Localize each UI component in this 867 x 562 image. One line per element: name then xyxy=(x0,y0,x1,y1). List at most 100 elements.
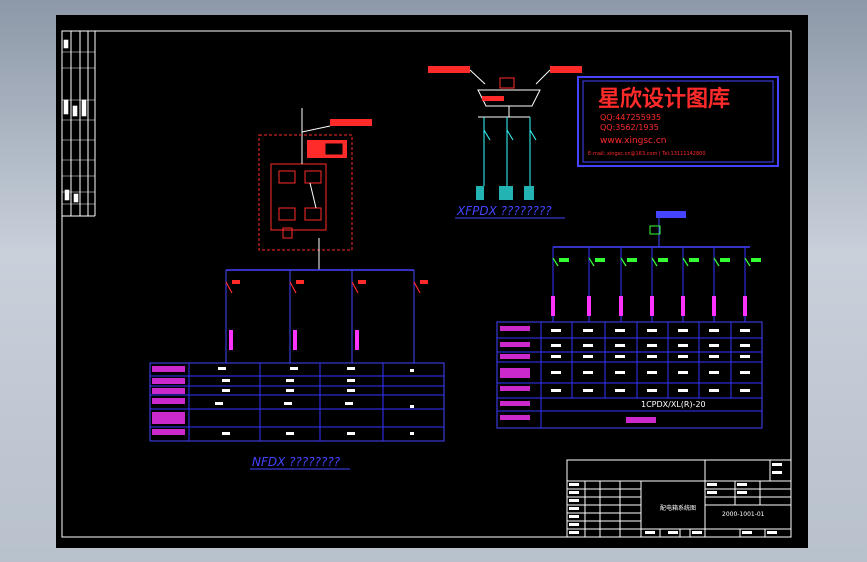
right-table-header-cell xyxy=(500,415,530,420)
left-table-cell-text xyxy=(410,405,414,408)
left-table-cell-text xyxy=(410,432,414,435)
left-table-cell-text xyxy=(410,369,414,372)
title-block-cell-text xyxy=(692,531,702,534)
right-table-cell-text xyxy=(615,344,625,347)
left-table-cell-text xyxy=(222,432,230,435)
right-table-cell-text xyxy=(709,329,719,332)
left-table-cell-text xyxy=(284,402,292,405)
right-branch-cable-label xyxy=(650,296,654,316)
left-controller-display xyxy=(324,142,344,156)
xfpdx-ats-label xyxy=(482,96,504,101)
title-block-cell-text xyxy=(569,507,579,510)
title-block-cell-text xyxy=(668,531,678,534)
right-table-cell-text xyxy=(709,371,719,374)
xfpdx-caption: XFPDX ???????? xyxy=(456,204,552,218)
xfpdx-branch-label xyxy=(476,186,484,200)
right-branch-cable-label xyxy=(712,296,716,316)
left-table-header-cell xyxy=(152,429,185,435)
right-table-cell-text xyxy=(551,389,561,392)
title-block-cell-text xyxy=(569,491,579,494)
title-block-cell-text xyxy=(569,515,579,518)
margin-text-mark xyxy=(64,189,70,201)
right-table-cell-text xyxy=(740,329,750,332)
right-table-cell-text xyxy=(678,329,688,332)
right-table-header-cell xyxy=(500,386,530,391)
margin-text-mark xyxy=(72,105,78,117)
left-table-cell-text xyxy=(218,367,226,370)
right-table-cell-text xyxy=(551,329,561,332)
right-table-cell-text xyxy=(709,389,719,392)
right-table-cell-text xyxy=(647,371,657,374)
title-block-cell-text xyxy=(742,531,752,534)
title-block-cell-text xyxy=(569,531,579,534)
cad-drawing-canvas[interactable]: 星欣设计图库 QQ:447255935 QQ:3562/1935 www.xin… xyxy=(0,0,867,562)
right-table-cell-text xyxy=(615,389,625,392)
title-block-cell-text xyxy=(772,471,782,474)
watermark-contact: E-mail: xingsc.cn@163.com | Tel:13111142… xyxy=(588,151,706,157)
left-branch-breaker-label xyxy=(420,280,428,284)
right-branch-cable-label xyxy=(619,296,623,316)
right-table-cell-text xyxy=(678,389,688,392)
right-table-cell-text xyxy=(615,329,625,332)
title-block-cell-text xyxy=(767,531,777,534)
right-table-cell-text xyxy=(678,344,688,347)
left-table-cell-text xyxy=(215,402,223,405)
watermark-url: www.xingsc.cn xyxy=(600,136,667,146)
left-branch-cable-label xyxy=(355,330,359,350)
left-table-cell-text xyxy=(286,389,294,392)
right-table-cell-text xyxy=(551,355,561,358)
left-table-cell-text xyxy=(222,389,230,392)
right-branch-cable-label xyxy=(587,296,591,316)
xfpdx-branch-label xyxy=(524,186,534,200)
right-table-header-cell xyxy=(500,354,530,359)
right-table-cell-text xyxy=(583,355,593,358)
left-table-cell-text xyxy=(347,432,355,435)
right-branch-cable-label xyxy=(743,296,747,316)
title-block-cell-text xyxy=(569,499,579,502)
title-block-cell-text xyxy=(707,483,717,486)
right-table-cell-text xyxy=(647,329,657,332)
right-branch-breaker-label xyxy=(595,258,605,262)
right-branch-cable-label xyxy=(551,296,555,316)
left-caption: NFDX ???????? xyxy=(252,455,341,469)
right-table-cell-text xyxy=(647,344,657,347)
left-table-cell-text xyxy=(347,389,355,392)
left-table-header-cell xyxy=(152,398,185,404)
right-table-cell-text xyxy=(740,371,750,374)
right-branch-breaker-label xyxy=(720,258,730,262)
title-block-cell-text xyxy=(707,491,717,494)
margin-text-mark xyxy=(81,99,87,117)
right-branch-breaker-label xyxy=(559,258,569,262)
title-block-cell-text xyxy=(569,483,579,486)
right-table-cell-text xyxy=(740,344,750,347)
left-table-header-cell xyxy=(152,388,185,394)
right-table-code: 1CPDX/XL(R)-20 xyxy=(641,400,706,409)
title-block-drawing-name: 配电箱系统图 xyxy=(660,504,696,512)
left-branch-cable-label xyxy=(293,330,297,350)
right-table-cell-text xyxy=(647,389,657,392)
right-table-cell-text xyxy=(678,355,688,358)
left-table-header-cell xyxy=(152,412,185,424)
left-incoming-label xyxy=(330,119,372,126)
left-table-cell-text xyxy=(286,432,294,435)
xfpdx-input-label-left xyxy=(428,66,470,73)
right-table-cell-text xyxy=(583,344,593,347)
xfpdx-input-label-right xyxy=(550,66,582,73)
margin-text-mark xyxy=(63,99,69,115)
right-table-cell-text xyxy=(709,344,719,347)
left-branch-breaker-label xyxy=(358,280,366,284)
xfpdx-branch-label xyxy=(499,186,513,200)
right-table-cell-text xyxy=(647,355,657,358)
title-block-cell-text xyxy=(737,483,747,486)
right-table-header-cell xyxy=(500,401,530,406)
margin-text-mark xyxy=(73,193,79,203)
right-branch-breaker-label xyxy=(689,258,699,262)
right-branch-breaker-label xyxy=(627,258,637,262)
left-table-cell-text xyxy=(345,402,353,405)
right-table-cell-text xyxy=(583,371,593,374)
title-block-cell-text xyxy=(645,531,655,534)
left-table-cell-text xyxy=(290,367,298,370)
right-table-footer-label xyxy=(626,417,656,423)
left-branch-breaker-label xyxy=(232,280,240,284)
right-table-header-cell xyxy=(500,368,530,378)
